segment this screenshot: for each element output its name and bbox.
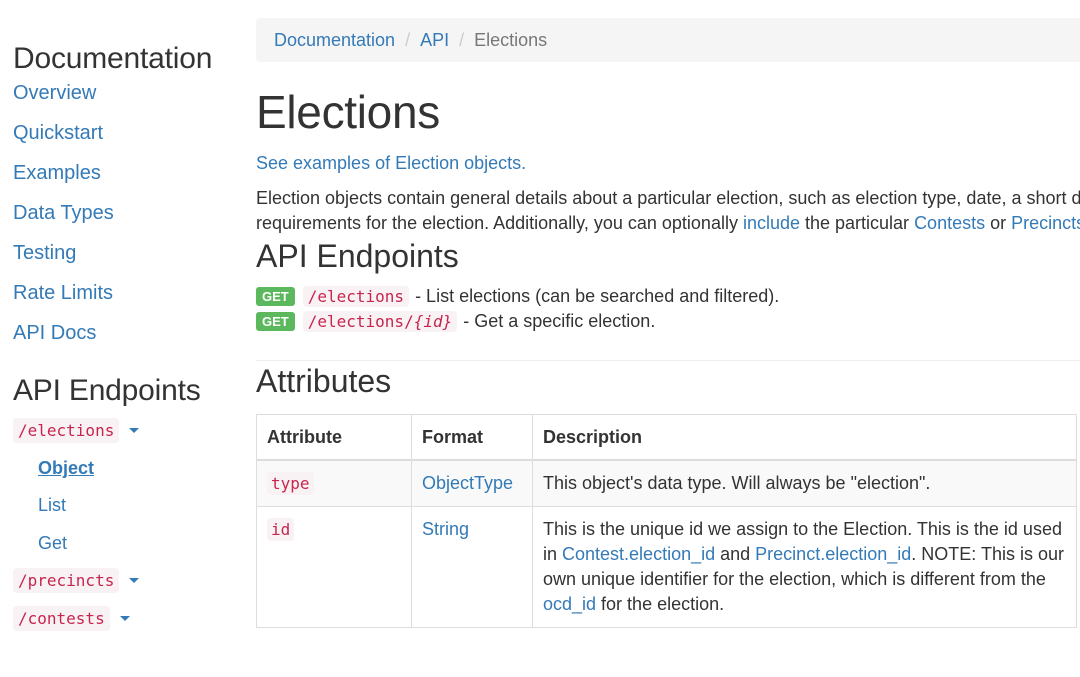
breadcrumb: Documentation / API / Elections [256, 18, 1080, 62]
table-row: id String This is the unique id we assig… [256, 506, 1077, 628]
attributes-table: Attribute Format Description type Object… [256, 414, 1077, 628]
breadcrumb-separator: / [405, 30, 411, 50]
column-header-attribute: Attribute [256, 414, 412, 461]
api-endpoints-heading: API Endpoints [256, 238, 459, 274]
sidebar-item-testing[interactable]: Testing [13, 240, 76, 267]
sidebar: Documentation Overview Quickstart Exampl… [13, 38, 243, 637]
page-title: Elections [256, 86, 440, 138]
format-cell: ObjectType [411, 459, 533, 507]
attribute-name: id [267, 518, 295, 541]
sidebar-subitem-get-link[interactable]: Get [38, 533, 67, 554]
column-header-format: Format [411, 414, 533, 461]
breadcrumb-api[interactable]: API [420, 30, 449, 50]
sidebar-item-overview[interactable]: Overview [13, 80, 96, 107]
precinct-election-id-link[interactable]: Precinct.election_id [755, 544, 911, 564]
examples-link[interactable]: See examples of Election objects. [256, 153, 526, 173]
intro-text: the particular [800, 213, 915, 233]
intro-paragraph: Election objects contain general details… [256, 186, 1080, 236]
endpoint-row: GET /elections - List elections (can be … [256, 284, 1080, 309]
breadcrumb-documentation[interactable]: Documentation [274, 30, 395, 50]
sidebar-endpoint-contests[interactable]: /contests [13, 600, 243, 638]
sidebar-subitem-object-link[interactable]: Object [38, 458, 94, 479]
endpoint-description: - Get a specific election. [463, 311, 656, 331]
breadcrumb-separator: / [459, 30, 465, 50]
description-cell: This is the unique id we assign to the E… [532, 506, 1077, 628]
endpoint-path-param: {id} [413, 312, 453, 331]
include-link[interactable]: include [743, 213, 800, 233]
attribute-cell: type [256, 459, 412, 507]
attributes-heading: Attributes [256, 363, 392, 399]
attribute-name: type [267, 472, 314, 495]
format-cell: String [411, 506, 533, 628]
contest-election-id-link[interactable]: Contest.election_id [562, 544, 715, 564]
description-cell: This object's data type. Will always be … [532, 459, 1077, 507]
sidebar-doc-title: Documentation [13, 42, 213, 75]
endpoint-path-link[interactable]: /elections/{id} [302, 311, 458, 332]
endpoint-list: GET /elections - List elections (can be … [256, 284, 1080, 334]
intro-text: requirements for the election. Additiona… [256, 213, 743, 233]
endpoint-description: - List elections (can be searched and fi… [415, 286, 780, 306]
main-content: Documentation / API / Elections Elections Se… [256, 18, 1080, 628]
description-text: and [715, 544, 756, 564]
endpoint-path-text: /elections/ [307, 312, 414, 331]
sidebar-item-rate-limits[interactable]: Rate Limits [13, 280, 113, 307]
doc-nav-list: Overview Quickstart Examples Data Types … [13, 80, 243, 360]
sidebar-subitem-list: List [13, 487, 243, 525]
method-badge: GET [256, 287, 295, 306]
sidebar-endpoint-elections[interactable]: /elections [13, 412, 243, 450]
sidebar-subitem-object: Object [13, 450, 243, 488]
sidebar-subitem-get: Get [13, 525, 243, 563]
intro-text: or [985, 213, 1012, 233]
column-header-description: Description [532, 414, 1077, 461]
sidebar-api-title: API Endpoints [13, 374, 201, 407]
precincts-link[interactable]: Precincts [1011, 213, 1080, 233]
endpoint-nav-list: /elections Object List Get /precincts /c… [13, 412, 243, 637]
endpoint-path[interactable]: /contests [13, 605, 110, 631]
caret-down-icon[interactable] [129, 578, 140, 584]
endpoint-row: GET /elections/{id} - Get a specific ele… [256, 309, 1080, 334]
sidebar-item-examples[interactable]: Examples [13, 160, 101, 187]
intro-text: Election objects contain general details… [256, 188, 1080, 208]
method-badge: GET [256, 312, 295, 331]
sidebar-subitem-list-link[interactable]: List [38, 495, 66, 516]
description-text: for the election. [596, 594, 725, 614]
caret-down-icon[interactable] [129, 428, 140, 434]
sidebar-item-quickstart[interactable]: Quickstart [13, 120, 103, 147]
format-link[interactable]: String [422, 519, 469, 539]
breadcrumb-current: Elections [474, 30, 548, 50]
endpoint-path-text: /elections [307, 287, 405, 306]
endpoint-path[interactable]: /precincts [13, 568, 120, 594]
table-row: type ObjectType This object's data type.… [256, 459, 1077, 507]
endpoint-path[interactable]: /elections [13, 418, 120, 444]
contests-link[interactable]: Contests [914, 213, 985, 233]
sidebar-endpoint-precincts[interactable]: /precincts [13, 562, 243, 600]
sidebar-item-api-docs[interactable]: API Docs [13, 320, 96, 347]
ocd-id-link[interactable]: ocd_id [543, 594, 596, 614]
format-link[interactable]: ObjectType [422, 473, 513, 493]
endpoint-path-link[interactable]: /elections [302, 286, 410, 307]
sidebar-item-data-types[interactable]: Data Types [13, 200, 114, 227]
table-header-row: Attribute Format Description [256, 414, 1077, 461]
caret-down-icon[interactable] [119, 615, 130, 621]
attribute-cell: id [256, 506, 412, 628]
